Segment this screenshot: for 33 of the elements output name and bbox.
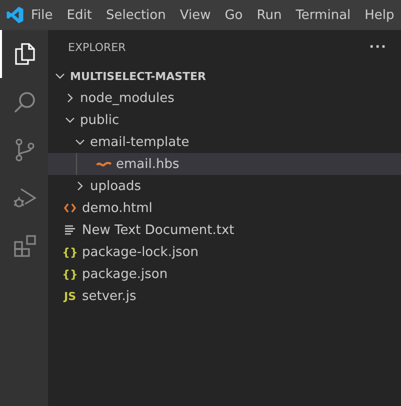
app-logo-icon [6, 6, 24, 24]
code-brackets-icon [64, 203, 76, 213]
file-type-icon: {} [62, 268, 78, 280]
text-lines-icon [64, 225, 76, 235]
menu-item[interactable]: View [172, 8, 218, 22]
tree-document-row[interactable]: {} package-lock.json [48, 241, 401, 263]
tree-folder-row[interactable]: email-template [48, 131, 401, 153]
menu-item[interactable]: Terminal [288, 8, 358, 22]
menu-item[interactable]: Edit [60, 8, 99, 22]
tree-folder-row[interactable]: uploads [48, 175, 401, 197]
file-type-icon: {} [62, 246, 78, 258]
file-type-icon: JS [62, 290, 78, 302]
tree-document-row[interactable]: New Text Document.txt [48, 219, 401, 241]
menu-item[interactable]: Go [218, 8, 250, 22]
menu-item[interactable]: Help [358, 8, 401, 22]
files-icon [13, 42, 37, 66]
tree-folder-row[interactable]: node_modules [48, 87, 401, 109]
tree-document-row[interactable]: email.hbs [48, 153, 401, 175]
explorer-title: EXPLORER [68, 41, 126, 54]
extensions-icon [13, 234, 37, 258]
tree-document-row[interactable]: JS setver.js [48, 285, 401, 307]
more-actions-button[interactable]: ··· [369, 40, 387, 55]
run-debug-icon [13, 186, 37, 210]
tree-document-row[interactable]: {} package.json [48, 263, 401, 285]
wave-file-icon [96, 160, 112, 168]
search-icon [13, 90, 37, 114]
tree-folder-row[interactable]: MULTISELECT-MASTER [48, 65, 401, 87]
menu-item[interactable]: Run [250, 8, 289, 22]
menu-item[interactable]: File [24, 8, 60, 22]
source-control-icon [13, 138, 37, 162]
tree-folder-row[interactable]: public [48, 109, 401, 131]
tree-document-row[interactable]: demo.html [48, 197, 401, 219]
menu-item[interactable]: Selection [98, 8, 173, 22]
